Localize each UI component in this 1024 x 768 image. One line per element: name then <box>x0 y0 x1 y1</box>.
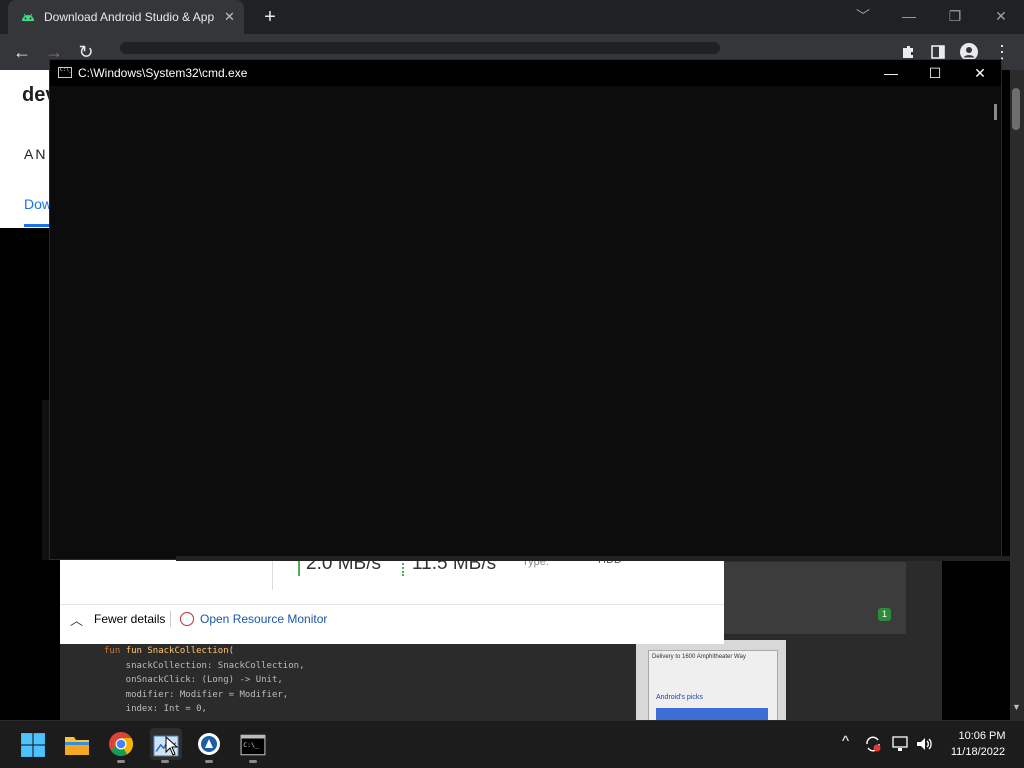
cmd-bottom-edge <box>176 556 1010 561</box>
clock-date[interactable]: 11/18/2022 <box>946 746 1010 758</box>
phone-delivery-text: Delivery to 1600 Amphitheater Way <box>652 654 746 660</box>
chrome-tab-android-studio[interactable]: Download Android Studio & App ✕ <box>8 0 244 34</box>
tab-title: Download Android Studio & App <box>44 10 215 24</box>
file-explorer-icon[interactable] <box>64 732 90 758</box>
resource-monitor-icon <box>180 612 194 626</box>
site-tab-download[interactable]: Dow <box>24 196 52 212</box>
divider <box>272 558 273 590</box>
site-nav-item[interactable]: AN <box>24 146 47 162</box>
running-indicator <box>205 760 213 763</box>
windows-start-icon[interactable] <box>20 732 46 758</box>
new-tab-button[interactable]: + <box>258 5 282 29</box>
background-panel <box>724 562 906 634</box>
notification-badge: 1 <box>878 608 891 621</box>
tab-search-icon[interactable]: ﹀ <box>851 4 875 28</box>
page-scrollbar[interactable] <box>1010 70 1024 720</box>
clock-time[interactable]: 10:06 PM <box>954 730 1010 742</box>
divider <box>170 611 171 627</box>
show-hidden-icons-chevron-icon[interactable]: ^ <box>842 733 849 750</box>
code-snippet: fun fun SnackCollection( snackCollection… <box>104 646 305 714</box>
chrome-close-button[interactable]: ✕ <box>989 4 1013 28</box>
volume-icon[interactable] <box>916 736 934 752</box>
phone-heading: Android's picks <box>656 694 703 701</box>
chevron-up-icon[interactable]: ︿ <box>70 610 83 629</box>
network-icon[interactable] <box>892 736 910 752</box>
cmd-title-bar[interactable]: C:\Windows\System32\cmd.exe <box>50 60 1001 86</box>
cmd-scrollbar-thumb[interactable] <box>994 104 997 120</box>
open-resource-monitor-link[interactable]: Open Resource Monitor <box>200 612 327 626</box>
sync-icon[interactable] <box>864 735 882 753</box>
cmd-taskbar-icon[interactable]: C:\_ <box>240 732 266 758</box>
chrome-icon[interactable] <box>108 731 134 757</box>
cmd-title: C:\Windows\System32\cmd.exe <box>78 66 248 80</box>
mouse-cursor-icon <box>165 736 179 756</box>
cmd-close-button[interactable]: ✕ <box>965 62 995 84</box>
running-indicator <box>117 760 125 763</box>
cmd-icon <box>58 67 72 78</box>
cmd-window[interactable] <box>49 59 1002 560</box>
phone-banner <box>656 708 768 720</box>
chrome-minimize-button[interactable]: — <box>897 4 921 28</box>
tab-close-icon[interactable]: ✕ <box>224 9 235 25</box>
android-icon <box>22 13 34 21</box>
running-indicator <box>161 760 169 763</box>
scrollbar-thumb[interactable] <box>1012 88 1020 130</box>
side-panel-icon[interactable] <box>930 44 946 60</box>
cmd-minimize-button[interactable]: — <box>876 62 906 84</box>
active-tab-indicator <box>24 224 50 227</box>
svg-text:C:\_: C:\_ <box>243 741 259 749</box>
back-button[interactable]: ← <box>10 40 34 64</box>
chrome-restore-button[interactable]: ❐ <box>943 4 967 28</box>
scroll-down-icon[interactable]: ▼ <box>1012 702 1021 712</box>
running-indicator <box>249 760 257 763</box>
extensions-icon[interactable] <box>900 44 916 60</box>
app-icon[interactable] <box>196 731 222 757</box>
divider <box>60 604 724 605</box>
cmd-maximize-button[interactable]: ☐ <box>920 62 950 84</box>
fewer-details-button[interactable]: Fewer details <box>94 612 165 626</box>
task-manager-window <box>60 558 724 644</box>
address-bar[interactable] <box>120 42 720 54</box>
